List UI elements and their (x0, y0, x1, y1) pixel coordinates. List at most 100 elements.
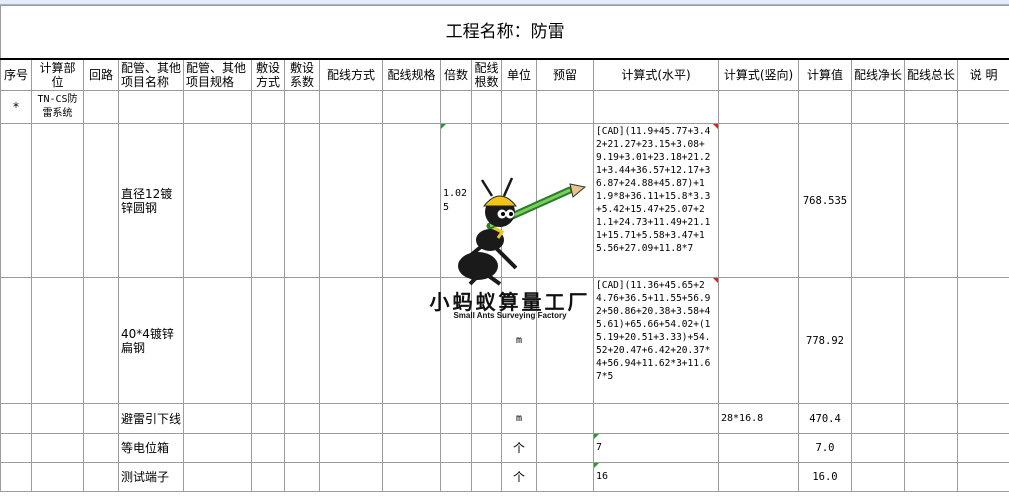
cell-formula-h[interactable]: [CAD](11.36+45.65+24.76+36.5+11.55+56.92… (593, 277, 719, 404)
cell[interactable] (319, 433, 383, 463)
cell[interactable] (83, 462, 119, 492)
cell[interactable] (284, 90, 320, 124)
cell[interactable] (718, 462, 799, 492)
cell[interactable] (31, 123, 84, 278)
cell[interactable] (471, 433, 502, 463)
cell[interactable] (851, 403, 905, 434)
cell[interactable] (956, 403, 1009, 434)
cell[interactable] (501, 123, 537, 278)
cell[interactable] (0, 277, 32, 404)
cell[interactable] (0, 462, 32, 492)
cell[interactable] (718, 123, 799, 278)
cell-item-name[interactable]: 避雷引下线 (118, 403, 184, 434)
cell[interactable] (118, 90, 184, 124)
cell-formula-h[interactable]: [CAD](11.9+45.77+3.42+21.27+23.15+3.08+9… (593, 123, 719, 278)
cell[interactable] (536, 123, 594, 278)
cell[interactable] (382, 90, 441, 124)
cell[interactable] (0, 403, 32, 434)
cell[interactable] (183, 403, 252, 434)
cell[interactable] (382, 433, 441, 463)
cell[interactable] (83, 90, 119, 124)
cell-unit[interactable]: m (501, 277, 537, 404)
cell[interactable] (382, 123, 441, 278)
cell[interactable] (851, 123, 905, 278)
cell[interactable] (904, 403, 958, 434)
cell[interactable] (904, 123, 958, 278)
cell[interactable] (83, 433, 119, 463)
cell[interactable] (319, 462, 383, 492)
cell[interactable] (382, 462, 441, 492)
cell[interactable] (471, 123, 502, 278)
cell[interactable] (0, 433, 32, 463)
cell[interactable] (251, 433, 285, 463)
cell[interactable] (251, 90, 285, 124)
cell[interactable] (31, 433, 84, 463)
cell[interactable] (536, 462, 594, 492)
cell[interactable] (319, 277, 383, 404)
cell[interactable] (718, 277, 799, 404)
cell-formula-h[interactable]: 7 (593, 433, 719, 463)
cell[interactable] (904, 277, 958, 404)
cell-part[interactable]: TN-CS防雷系统 (31, 90, 84, 124)
cell[interactable] (284, 123, 320, 278)
cell[interactable] (851, 462, 905, 492)
cell[interactable] (31, 462, 84, 492)
cell[interactable] (718, 90, 799, 124)
cell-calc-value[interactable]: 16.0 (798, 462, 852, 492)
cell-item-name[interactable]: 等电位箱 (118, 433, 184, 463)
cell[interactable] (183, 433, 252, 463)
cell[interactable] (956, 90, 1009, 124)
cell[interactable] (251, 123, 285, 278)
cell-seq[interactable]: * (0, 90, 32, 124)
cell[interactable] (284, 433, 320, 463)
cell[interactable] (251, 403, 285, 434)
cell[interactable] (593, 90, 719, 124)
cell-calc-value[interactable]: 470.4 (798, 403, 852, 434)
cell[interactable] (440, 462, 472, 492)
cell[interactable] (183, 462, 252, 492)
cell[interactable] (83, 403, 119, 434)
cell[interactable] (536, 90, 594, 124)
cell-unit[interactable]: 个 (501, 433, 537, 463)
cell[interactable] (956, 462, 1009, 492)
cell-item-name[interactable]: 直径12镀锌圆钢 (118, 123, 184, 278)
cell[interactable] (31, 403, 84, 434)
cell[interactable] (501, 90, 537, 124)
cell[interactable] (440, 90, 472, 124)
cell[interactable] (440, 277, 472, 404)
cell[interactable] (593, 403, 719, 434)
cell[interactable] (904, 462, 958, 492)
cell[interactable] (718, 433, 799, 463)
cell[interactable] (956, 433, 1009, 463)
cell[interactable] (319, 90, 383, 124)
cell[interactable] (284, 462, 320, 492)
cell[interactable] (471, 403, 502, 434)
cell[interactable] (183, 277, 252, 404)
cell[interactable] (536, 277, 594, 404)
cell[interactable] (31, 277, 84, 404)
cell[interactable] (0, 123, 32, 278)
cell-formula-v[interactable]: 28*16.8 (718, 403, 799, 434)
cell-calc-value[interactable]: 768.535 (798, 123, 852, 278)
cell[interactable] (851, 433, 905, 463)
cell[interactable] (319, 123, 383, 278)
cell-calc-value[interactable]: 778.92 (798, 277, 852, 404)
cell[interactable] (382, 277, 441, 404)
cell[interactable] (183, 123, 252, 278)
cell[interactable] (956, 123, 1009, 278)
cell-item-name[interactable]: 测试端子 (118, 462, 184, 492)
cell-formula-h[interactable]: 16 (593, 462, 719, 492)
cell[interactable] (471, 462, 502, 492)
cell-multiple[interactable]: 1.025 (440, 123, 472, 278)
cell[interactable] (798, 90, 852, 124)
cell[interactable] (440, 433, 472, 463)
cell[interactable] (536, 433, 594, 463)
cell[interactable] (382, 403, 441, 434)
cell[interactable] (284, 403, 320, 434)
cell[interactable] (251, 277, 285, 404)
cell[interactable] (83, 277, 119, 404)
cell[interactable] (851, 277, 905, 404)
cell-unit[interactable]: m (501, 403, 537, 434)
cell[interactable] (471, 90, 502, 124)
cell-unit[interactable]: 个 (501, 462, 537, 492)
